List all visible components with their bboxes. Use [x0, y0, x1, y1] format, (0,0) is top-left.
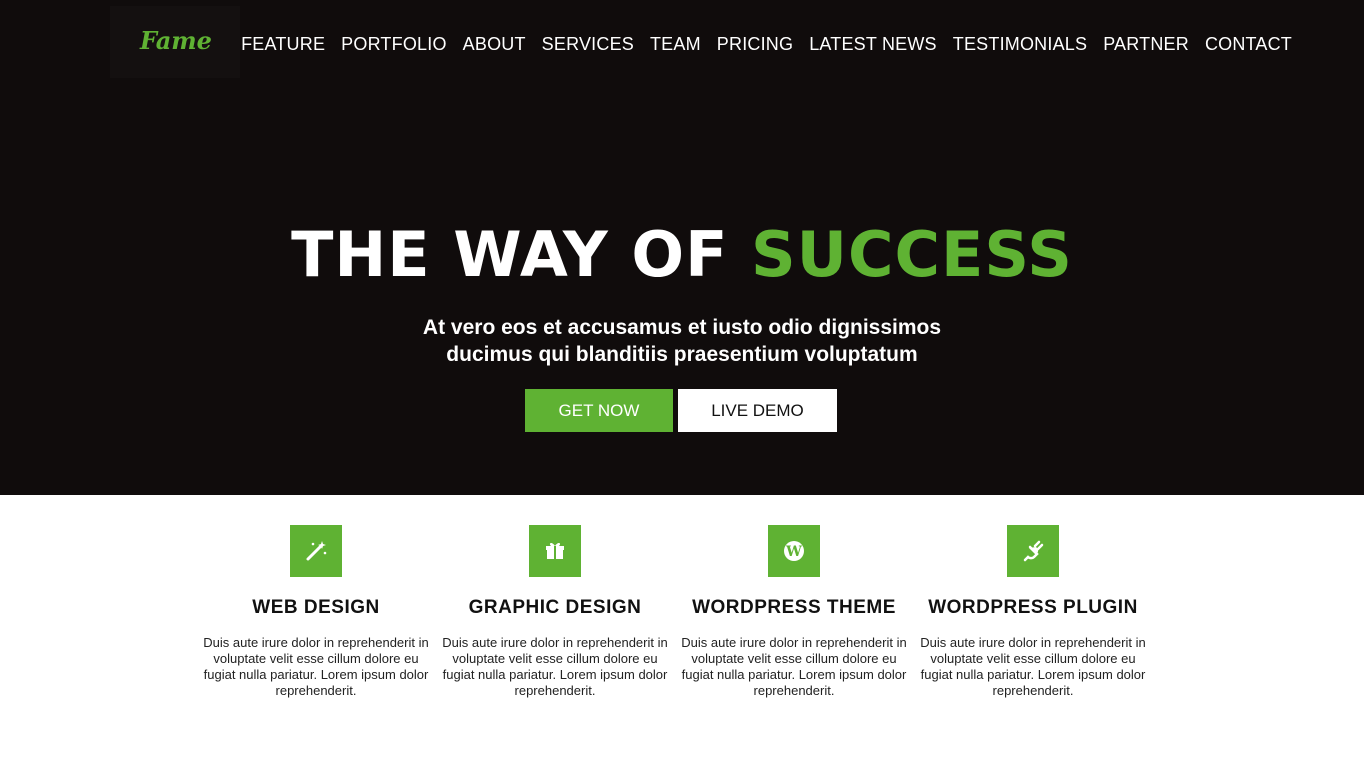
nav-item-partner[interactable]: PARTNER	[1103, 34, 1189, 55]
wordpress-icon: W	[768, 525, 820, 577]
feature-wordpress-plugin: WORDPRESS PLUGIN Duis aute irure dolor i…	[915, 525, 1151, 699]
hero-subtitle-line2: ducimus qui blanditiis praesentium volup…	[446, 343, 918, 366]
hero-subtitle: At vero eos et accusamus et iusto odio d…	[0, 314, 1364, 368]
feature-title: WORDPRESS THEME	[692, 597, 896, 618]
svg-text:W: W	[785, 544, 802, 560]
feature-wordpress-theme: W WORDPRESS THEME Duis aute irure dolor …	[676, 525, 912, 699]
feature-description: Duis aute irure dolor in reprehenderit i…	[681, 635, 907, 698]
nav-item-feature[interactable]: FEATURE	[241, 34, 325, 55]
nav-item-testimonials[interactable]: TESTIMONIALS	[953, 34, 1087, 55]
hero-section: Fame FEATURE PORTFOLIO ABOUT SERVICES TE…	[0, 0, 1364, 495]
headline-accent: SUCCESS	[751, 218, 1073, 291]
feature-description: Duis aute irure dolor in reprehenderit i…	[442, 635, 668, 698]
logo[interactable]: Fame	[110, 6, 240, 78]
nav-item-about[interactable]: ABOUT	[463, 34, 526, 55]
hero-subtitle-line1: At vero eos et accusamus et iusto odio d…	[422, 316, 942, 339]
feature-title: WEB DESIGN	[252, 597, 380, 618]
plug-icon	[1007, 525, 1059, 577]
nav-item-team[interactable]: TEAM	[650, 34, 701, 55]
feature-description: Duis aute irure dolor in reprehenderit i…	[920, 635, 1146, 698]
hero-headline: THE WAY OF SUCCESS	[0, 218, 1364, 291]
nav-item-portfolio[interactable]: PORTFOLIO	[341, 34, 447, 55]
nav-item-contact[interactable]: CONTACT	[1205, 34, 1292, 55]
logo-text: Fame	[140, 26, 212, 55]
headline-main: THE WAY OF	[291, 218, 752, 291]
gift-icon	[529, 525, 581, 577]
feature-title: WORDPRESS PLUGIN	[928, 597, 1138, 618]
feature-graphic-design: GRAPHIC DESIGN Duis aute irure dolor in …	[437, 525, 673, 699]
nav-item-services[interactable]: SERVICES	[542, 34, 634, 55]
main-nav: FEATURE PORTFOLIO ABOUT SERVICES TEAM PR…	[225, 34, 1292, 55]
nav-item-pricing[interactable]: PRICING	[717, 34, 793, 55]
feature-description: Duis aute irure dolor in reprehenderit i…	[203, 635, 429, 698]
feature-title: GRAPHIC DESIGN	[468, 597, 642, 618]
live-demo-button[interactable]: LIVE DEMO	[678, 389, 837, 432]
magic-wand-icon	[290, 525, 342, 577]
feature-web-design: WEB DESIGN Duis aute irure dolor in repr…	[198, 525, 434, 699]
get-now-button[interactable]: GET NOW	[525, 389, 673, 432]
nav-item-latest-news[interactable]: LATEST NEWS	[809, 34, 937, 55]
